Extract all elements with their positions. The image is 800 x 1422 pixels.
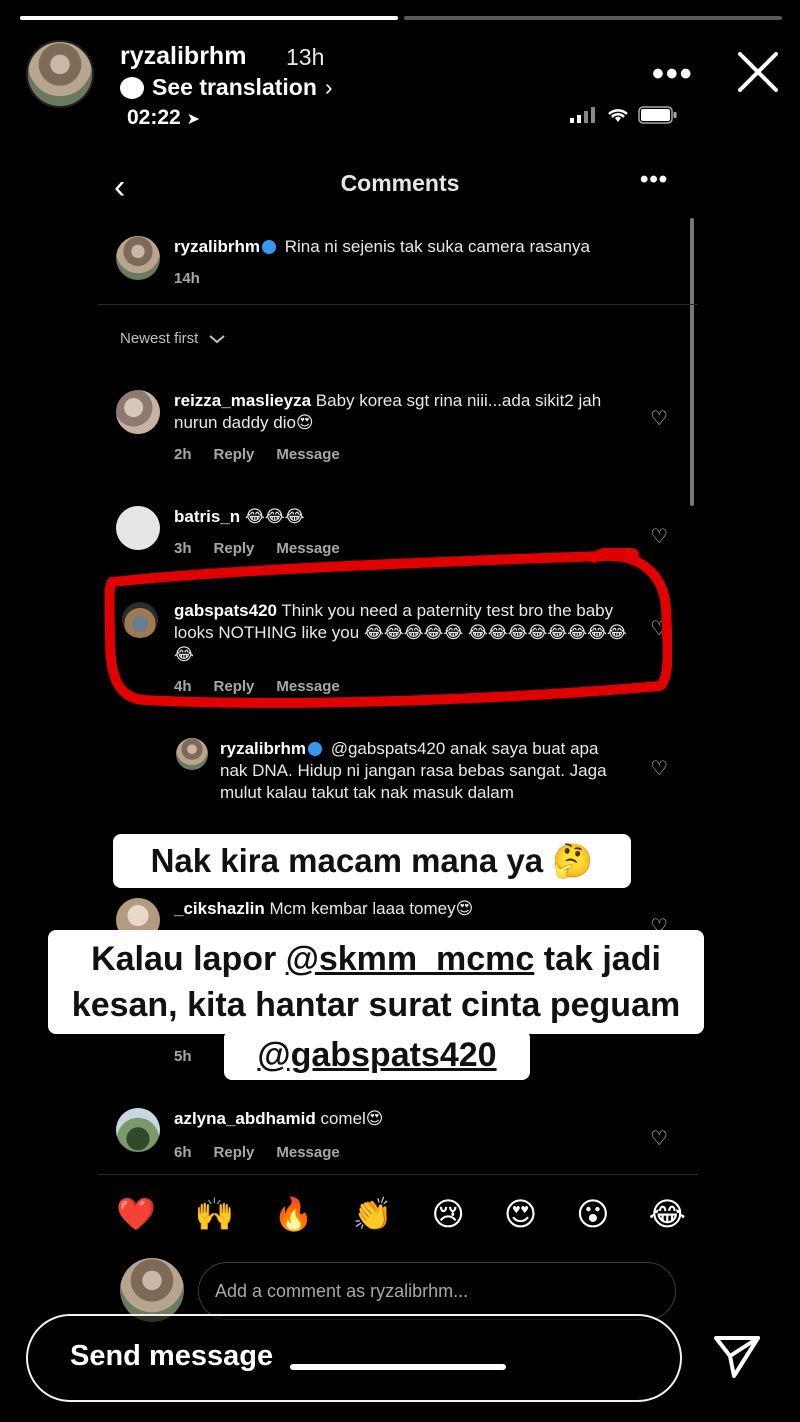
comment-username[interactable]: _cikshazlin [174,899,265,918]
current-user-avatar [120,1258,184,1322]
message-button[interactable]: Message [276,446,339,463]
comment-username[interactable]: ryzalibrhm [220,739,306,758]
reply-button[interactable]: Reply [214,446,255,463]
caption-content: Rina ni sejenis tak suka camera rasanya [284,237,590,256]
comment-time: 2h [174,446,192,463]
wifi-icon [608,109,628,122]
story-username[interactable]: ryzalibrhm [120,42,246,71]
scrollbar[interactable] [690,218,694,506]
sort-dropdown[interactable]: Newest first [120,330,226,347]
reaction-raised-hands[interactable]: 🙌 [195,1195,235,1233]
signal-icon [570,107,595,123]
status-clock: 02:22 ➤ [127,106,200,130]
send-message-label: Send message [70,1340,274,1372]
divider [98,1174,698,1175]
story-progress [20,16,782,20]
comment-meta: 2h Reply Message [174,446,340,463]
comment-content: Mcm kembar laaa tomey😍 [269,899,474,918]
reaction-wow[interactable]: 😮 [576,1195,609,1233]
verified-badge-icon [261,240,276,254]
reaction-row: ❤️ 🙌 🔥 👏 😢 😍 😮 😂 [116,1195,686,1233]
comment-meta: 5h [174,1048,192,1065]
comment-text: _cikshazlin Mcm kembar laaa tomey😍 [174,898,634,920]
comment-username[interactable]: batris_n [174,507,240,526]
chevron-down-icon [209,334,226,343]
comment-time: 5h [174,1048,192,1065]
reply-item: ryzalibrhm @gabspats420 anak saya buat a… [176,738,668,828]
progress-segment [20,16,398,20]
progress-fill [20,16,398,20]
comment-text: batris_n 😂😂😂 [174,506,634,528]
location-arrow-icon: ➤ [186,111,200,128]
comment-text: reizza_maslieyza Baby korea sgt rina nii… [174,390,634,434]
translate-bubble-icon [120,76,144,99]
comment-username[interactable]: azlyna_abdhamid [174,1109,316,1128]
progress-segment [404,16,782,20]
mention-gabspats[interactable]: @gabspats420 [257,1036,496,1074]
see-translation-link[interactable]: See translation › [120,74,333,101]
reaction-heart[interactable]: ❤️ [116,1195,156,1233]
red-circle-annotation [104,548,672,708]
caption-time: 14h [174,270,200,287]
avatar[interactable] [176,738,208,770]
comment-content: comel😍 [320,1109,384,1128]
panel-more-button[interactable]: ••• [640,166,668,194]
mention-skmm[interactable]: @skmm_mcmc [286,940,535,978]
comment-content: 😂😂😂 [244,507,305,526]
send-paper-plane-icon[interactable] [712,1334,762,1380]
comment-item: azlyna_abdhamid comel😍 6h Reply Message … [116,1108,668,1168]
text-sticker-question: Nak kira macam mana ya 🤔 [113,834,631,888]
story-time: 13h [286,44,325,70]
text-cursor-line [290,1364,506,1370]
reply-button[interactable]: Reply [214,1144,255,1161]
close-icon[interactable] [734,48,782,96]
reaction-clap[interactable]: 👏 [353,1195,393,1233]
reaction-heart-eyes[interactable]: 😍 [504,1195,537,1233]
comments-title: Comments [340,170,460,196]
text-sticker-report: Kalau lapor @skmm_mcmc tak jadi kesan, k… [48,930,704,1034]
avatar-placeholder[interactable] [116,506,160,550]
caption-meta: 14h [174,270,200,287]
like-heart-icon[interactable]: ♡ [650,524,668,549]
sticker-text: Kalau lapor [91,940,286,978]
caption-username[interactable]: ryzalibrhm [174,237,260,256]
mention-sticker[interactable]: @gabspats420 [224,1030,530,1080]
divider [98,304,698,305]
comment-meta: 6h Reply Message [174,1144,340,1161]
reaction-laugh[interactable]: 😂 [649,1195,686,1233]
story-avatar[interactable] [26,40,94,108]
comment-username[interactable]: reizza_maslieyza [174,391,311,410]
comment-text: ryzalibrhm @gabspats420 anak saya buat a… [220,738,620,804]
like-heart-icon[interactable]: ♡ [650,1126,668,1151]
chevron-right-icon: › [324,74,333,100]
battery-icon [638,106,677,124]
story-more-button[interactable]: ••• [652,55,694,94]
message-button[interactable]: Message [276,1144,339,1161]
like-heart-icon[interactable]: ♡ [650,406,668,431]
caption-text: ryzalibrhm Rina ni sejenis tak suka came… [174,236,634,258]
avatar[interactable] [116,390,160,434]
like-heart-icon[interactable]: ♡ [650,756,668,781]
avatar[interactable] [116,236,160,280]
reaction-cry[interactable]: 😢 [431,1195,464,1233]
see-translation-label: See translation [152,74,317,100]
comment-text: azlyna_abdhamid comel😍 [174,1108,634,1130]
add-comment-input[interactable]: Add a comment as ryzalibrhm... [198,1262,676,1320]
reaction-fire[interactable]: 🔥 [274,1195,314,1233]
sort-label: Newest first [120,330,199,347]
comment-item: reizza_maslieyza Baby korea sgt rina nii… [116,390,668,470]
verified-badge-icon [307,742,322,756]
status-time: 02:22 [127,106,181,129]
avatar[interactable] [116,1108,160,1152]
comment-time: 6h [174,1144,192,1161]
status-icons [570,106,678,124]
